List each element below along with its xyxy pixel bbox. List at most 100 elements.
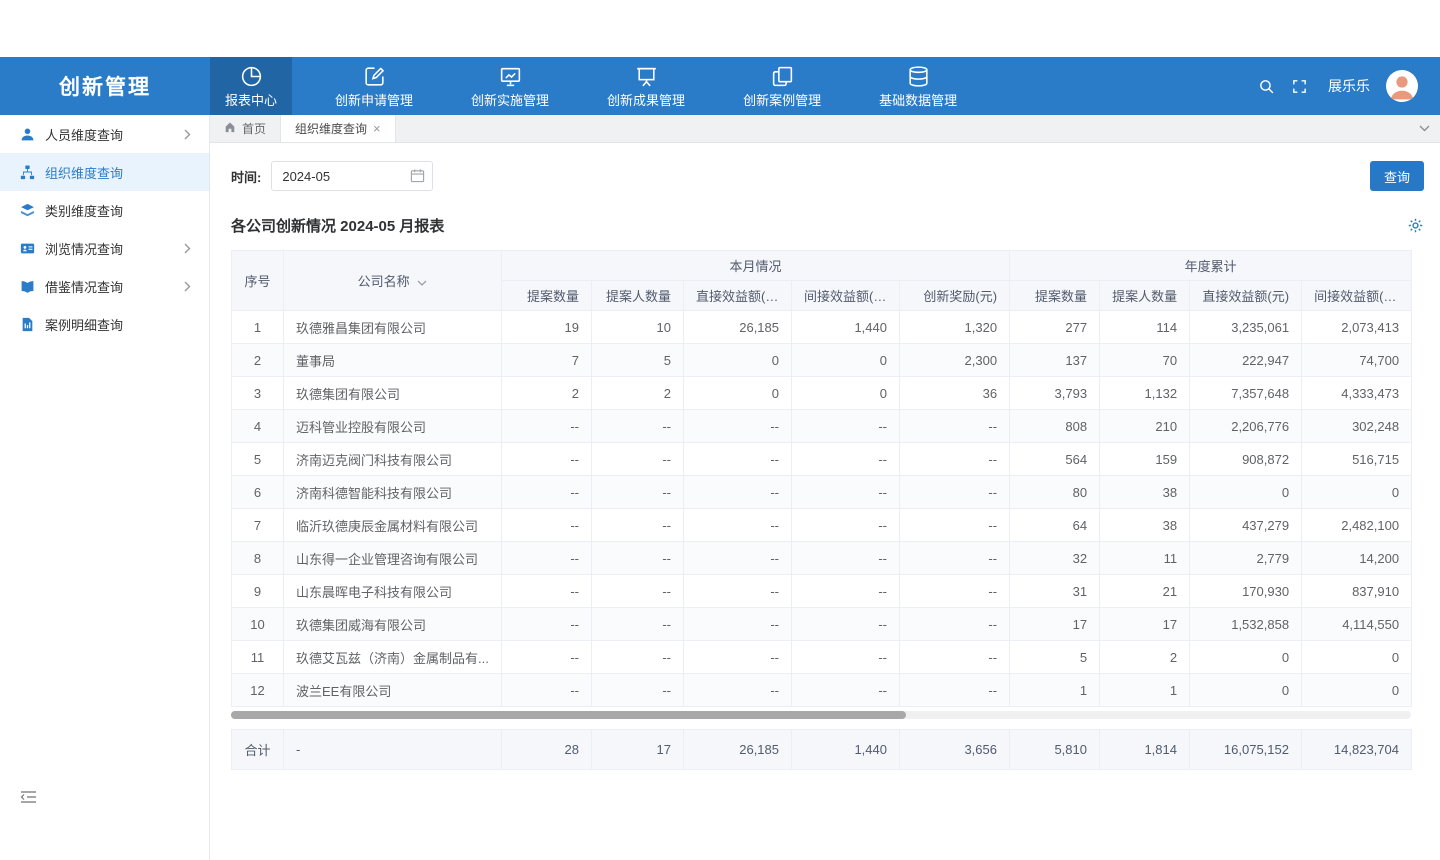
report-table-wrap: 序号 公司名称 本月情况 年度累计 提案数量 提案人数量 直接效益额(元) 间接… [231,250,1424,770]
value-cell: -- [684,542,792,575]
value-cell: 2,779 [1190,542,1302,575]
query-button[interactable]: 查询 [1370,161,1424,191]
open-book-icon [20,279,35,294]
table-row[interactable]: 5济南迈克阀门科技有限公司----------564159908,872516,… [232,443,1412,476]
user-name[interactable]: 展乐乐 [1328,76,1370,96]
company-cell: 临沂玖德庚辰金属材料有限公司 [284,509,502,542]
value-cell: 38 [1100,476,1190,509]
table-row[interactable]: 8山东得一企业管理咨询有限公司----------32112,77914,200 [232,542,1412,575]
month-picker-input[interactable] [271,161,433,191]
value-cell: -- [502,608,592,641]
value-cell: 5 [1010,641,1100,674]
person-icon [20,127,35,142]
col-header-company[interactable]: 公司名称 [284,251,502,311]
company-cell: - [284,730,502,770]
nav-item-innovation-implement[interactable]: 创新实施管理 [456,57,564,115]
sidebar-item-browse-status[interactable]: 浏览情况查询 [0,229,209,267]
seq-cell: 7 [232,509,284,542]
value-cell: 808 [1010,410,1100,443]
company-cell: 山东晨晖电子科技有限公司 [284,575,502,608]
table-row[interactable]: 9山东晨晖电子科技有限公司----------3121170,930837,91… [232,575,1412,608]
database-icon [906,64,931,89]
value-cell: -- [502,443,592,476]
value-cell: -- [684,443,792,476]
value-cell: 0 [684,344,792,377]
search-icon[interactable] [1258,78,1275,95]
sidebar-item-label: 类别维度查询 [45,201,123,220]
nav-item-label: 创新案例管理 [743,90,821,109]
value-cell: 4,114,550 [1302,608,1412,641]
value-cell: -- [900,410,1010,443]
nav-item-label: 创新申请管理 [335,90,413,109]
table-row[interactable]: 6济南科德智能科技有限公司----------803800 [232,476,1412,509]
col-header: 直接效益额(元) [684,281,792,311]
sidebar-item-category-dimension[interactable]: 类别维度查询 [0,191,209,229]
value-cell: 64 [1010,509,1100,542]
monitor-chart-icon [498,64,523,89]
value-cell: -- [684,641,792,674]
company-cell: 山东得一企业管理咨询有限公司 [284,542,502,575]
value-cell: -- [792,575,900,608]
sidebar-item-label: 浏览情况查询 [45,239,123,258]
nav-item-report-center[interactable]: 报表中心 [210,57,292,115]
report-title-row: 各公司创新情况 2024-05 月报表 [231,215,1424,236]
table-row[interactable]: 11玖德艾瓦兹（济南）金属制品有...----------5200 [232,641,1412,674]
horizontal-scrollbar[interactable] [231,711,1411,719]
nav-item-base-data[interactable]: 基础数据管理 [864,57,972,115]
table-row[interactable]: 2董事局75002,30013770222,94774,700 [232,344,1412,377]
menu-collapse-icon[interactable] [20,790,37,804]
header-right: 展乐乐 [1258,57,1440,115]
sidebar-item-label: 组织维度查询 [45,163,123,182]
calendar-icon[interactable] [410,168,425,183]
value-cell: 210 [1100,410,1190,443]
sidebar-item-reference-status[interactable]: 借鉴情况查询 [0,267,209,305]
fullscreen-icon[interactable] [1291,78,1308,95]
nav-item-innovation-apply[interactable]: 创新申请管理 [320,57,428,115]
table-row[interactable]: 7临沂玖德庚辰金属材料有限公司----------6438437,2792,48… [232,509,1412,542]
col-group-month: 本月情况 [502,251,1010,281]
gear-icon[interactable] [1407,217,1424,234]
col-header: 创新奖励(元) [900,281,1010,311]
nav-item-innovation-results[interactable]: 创新成果管理 [592,57,700,115]
company-cell: 玖德集团威海有限公司 [284,608,502,641]
seq-cell: 2 [232,344,284,377]
chevron-down-icon[interactable] [1409,115,1440,142]
value-cell: 17 [1100,608,1190,641]
app-title: 创新管理 [0,57,210,115]
tab-org-dimension[interactable]: 组织维度查询 × [281,115,396,142]
table-row[interactable]: 1玖德雅昌集团有限公司191026,1851,4401,3202771143,2… [232,311,1412,344]
value-cell: 0 [792,344,900,377]
sidebar-item-case-detail[interactable]: 案例明细查询 [0,305,209,343]
company-cell: 迈科管业控股有限公司 [284,410,502,443]
col-header-seq: 序号 [232,251,284,311]
value-cell: 7,357,648 [1190,377,1302,410]
avatar[interactable] [1386,70,1418,102]
report-title: 各公司创新情况 2024-05 月报表 [231,215,444,236]
value-cell: 17 [592,730,684,770]
value-cell: -- [592,575,684,608]
sidebar-item-person-dimension[interactable]: 人员维度查询 [0,115,209,153]
value-cell: -- [592,443,684,476]
value-cell: -- [792,476,900,509]
close-icon[interactable]: × [373,122,381,135]
value-cell: -- [684,410,792,443]
app-header: 创新管理 报表中心 创新申请管理 创新实施管理 [0,57,1440,115]
sidebar-item-org-dimension[interactable]: 组织维度查询 [0,153,209,191]
value-cell: -- [502,674,592,707]
value-cell: 1,320 [900,311,1010,344]
total-label-cell: 合计 [232,730,284,770]
table-row[interactable]: 4迈科管业控股有限公司----------8082102,206,776302,… [232,410,1412,443]
value-cell: 36 [900,377,1010,410]
sidebar-item-label: 借鉴情况查询 [45,277,123,296]
seq-cell: 1 [232,311,284,344]
table-row[interactable]: 3玖德集团有限公司2200363,7931,1327,357,6484,333,… [232,377,1412,410]
table-row[interactable]: 12波兰EE有限公司----------1100 [232,674,1412,707]
nav-item-innovation-cases[interactable]: 创新案例管理 [728,57,836,115]
value-cell: 437,279 [1190,509,1302,542]
table-row[interactable]: 10玖德集团威海有限公司----------17171,532,8584,114… [232,608,1412,641]
value-cell: 16,075,152 [1190,730,1302,770]
scrollbar-thumb[interactable] [231,711,906,719]
value-cell: 0 [684,377,792,410]
value-cell: -- [684,608,792,641]
tab-home[interactable]: 首页 [210,115,281,142]
